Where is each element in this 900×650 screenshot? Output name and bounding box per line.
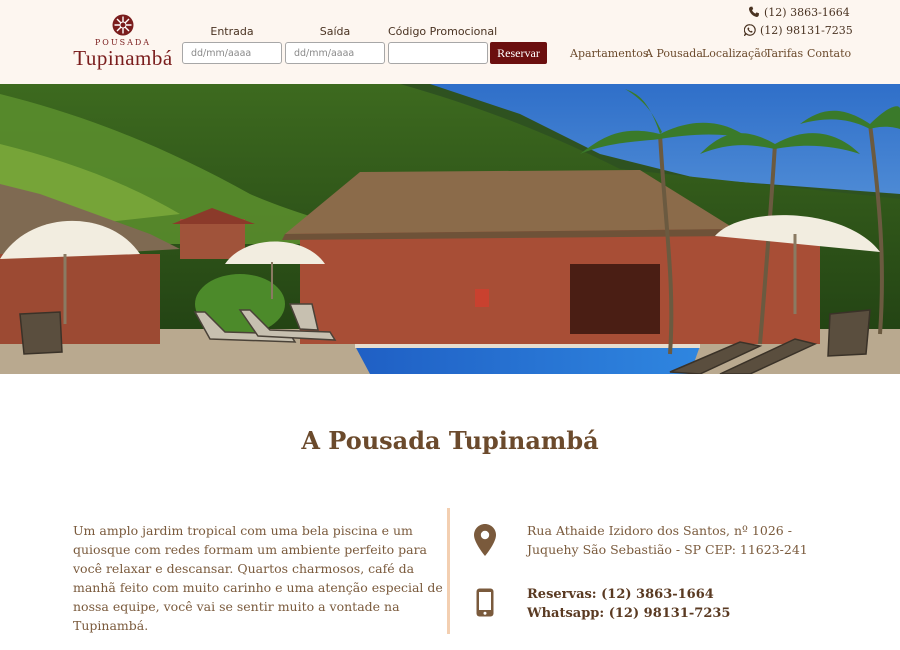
header-phone[interactable]: (12) 3863-1664 [748,6,850,19]
vertical-divider [447,508,450,634]
promo-code-label: Código Promocional [388,25,498,38]
hero-image [0,84,900,374]
whatsapp-icon [744,24,756,36]
header-whatsapp[interactable]: (12) 98131-7235 [744,24,853,37]
checkout-label: Saída [319,25,351,38]
intro-text: Um amplo jardim tropical com uma bela pi… [73,523,443,633]
reservar-button[interactable]: Reservar [490,42,547,64]
reservation-contacts: Reservas: (12) 3863-1664 Whatsapp: (12) … [527,585,730,623]
site-header: POUSADA Tupinambá Entrada Saída Código P… [0,0,900,84]
header-phone-number: (12) 3863-1664 [764,6,850,19]
logo-name: Tupinambá [73,46,173,70]
checkout-date-input[interactable] [285,42,385,64]
hero-photo-illustration [0,84,900,374]
map-pin-icon [474,524,496,556]
header-whatsapp-number: (12) 98131-7235 [760,24,853,37]
phone-icon [749,6,759,17]
nav-contato[interactable]: Contato [807,47,851,60]
brand-logo[interactable]: POUSADA Tupinambá [72,14,174,70]
address-line-2: Juquehy São Sebastião - SP CEP: 11623-24… [527,542,808,557]
promo-code-input[interactable] [388,42,488,64]
reservas-whatsapp[interactable]: Whatsapp: (12) 98131-7235 [527,604,730,623]
nav-localizacao[interactable]: Localização [702,47,767,60]
section-title: A Pousada Tupinambá [301,426,599,455]
nav-a-pousada[interactable]: A Pousada [645,47,703,60]
mobile-phone-icon [476,588,494,617]
logo-emblem-icon [112,14,134,36]
checkin-date-input[interactable] [182,42,282,64]
reservas-phone[interactable]: Reservas: (12) 3863-1664 [527,585,730,604]
address-line-1: Rua Athaide Izidoro dos Santos, nº 1026 … [527,523,792,538]
nav-tarifas[interactable]: Tarifas [765,47,803,60]
nav-apartamentos[interactable]: Apartamentos [570,47,649,60]
checkin-label: Entrada [210,25,254,38]
address-block: Rua Athaide Izidoro dos Santos, nº 1026 … [527,521,827,559]
